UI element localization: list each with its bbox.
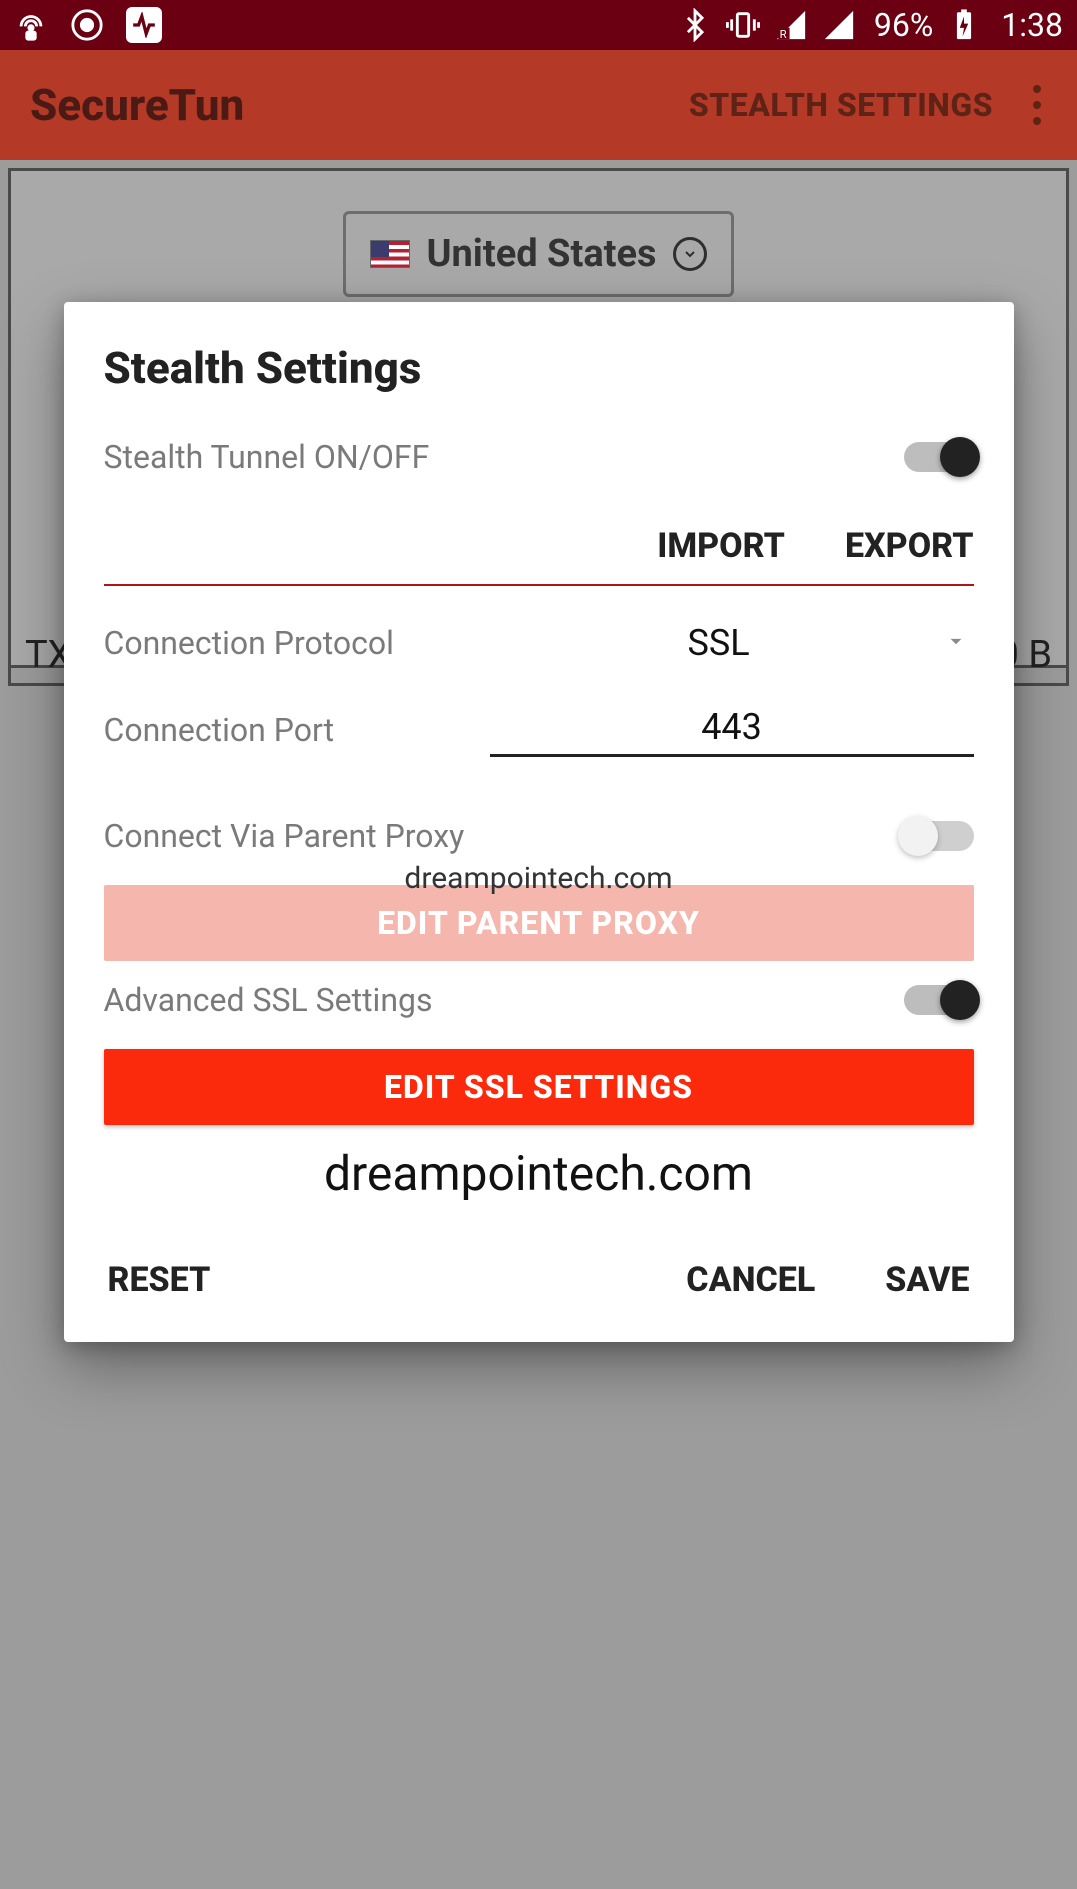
activity-icon [126, 7, 162, 43]
stealth-settings-dialog: Stealth Settings Stealth Tunnel ON/OFF I… [64, 302, 1014, 1342]
battery-charging-icon [947, 8, 981, 42]
record-icon [70, 8, 104, 42]
save-button[interactable]: SAVE [885, 1260, 969, 1300]
port-input[interactable] [494, 706, 970, 748]
stealth-toggle[interactable] [904, 442, 974, 472]
protocol-label: Connection Protocol [104, 624, 470, 670]
signal-roaming-icon: R [774, 8, 808, 42]
edit-parent-proxy-button[interactable]: EDIT PARENT PROXY [104, 885, 974, 961]
export-button[interactable]: EXPORT [845, 526, 974, 566]
app-bar: SecureTun STEALTH SETTINGS [0, 50, 1077, 160]
protocol-value: SSL [687, 622, 749, 664]
svg-text:R: R [780, 27, 787, 41]
stealth-toggle-label: Stealth Tunnel ON/OFF [104, 438, 430, 476]
parent-proxy-toggle[interactable] [904, 821, 974, 851]
bluetooth-icon [678, 8, 712, 42]
watermark-large: dreampointech.com [104, 1145, 974, 1202]
divider [104, 584, 974, 586]
protocol-dropdown[interactable]: SSL [490, 616, 974, 670]
status-bar: R 96% 1:38 [0, 0, 1077, 50]
advanced-ssl-label: Advanced SSL Settings [104, 981, 433, 1019]
battery-percent: 96% [874, 6, 933, 44]
dialog-title: Stealth Settings [104, 342, 974, 394]
hotspot-icon [14, 8, 48, 42]
port-label: Connection Port [104, 711, 470, 757]
app-title: SecureTun [30, 79, 689, 131]
stealth-settings-action[interactable]: STEALTH SETTINGS [689, 86, 993, 124]
main-background: United States TX 0 B Stealth Settings St… [0, 160, 1077, 1889]
port-field-wrap [490, 700, 974, 757]
signal-icon [822, 8, 856, 42]
dialog-scrim[interactable]: Stealth Settings Stealth Tunnel ON/OFF I… [0, 160, 1077, 1889]
cancel-button[interactable]: CANCEL [686, 1260, 815, 1300]
dropdown-caret-icon [943, 628, 969, 658]
advanced-ssl-toggle[interactable] [904, 985, 974, 1015]
clock: 1:38 [1001, 6, 1063, 44]
overflow-menu-icon[interactable] [1027, 85, 1047, 125]
parent-proxy-label: Connect Via Parent Proxy [104, 817, 465, 855]
import-button[interactable]: IMPORT [657, 526, 785, 566]
edit-ssl-button[interactable]: EDIT SSL SETTINGS [104, 1049, 974, 1125]
reset-button[interactable]: RESET [108, 1260, 211, 1300]
vibrate-icon [726, 8, 760, 42]
